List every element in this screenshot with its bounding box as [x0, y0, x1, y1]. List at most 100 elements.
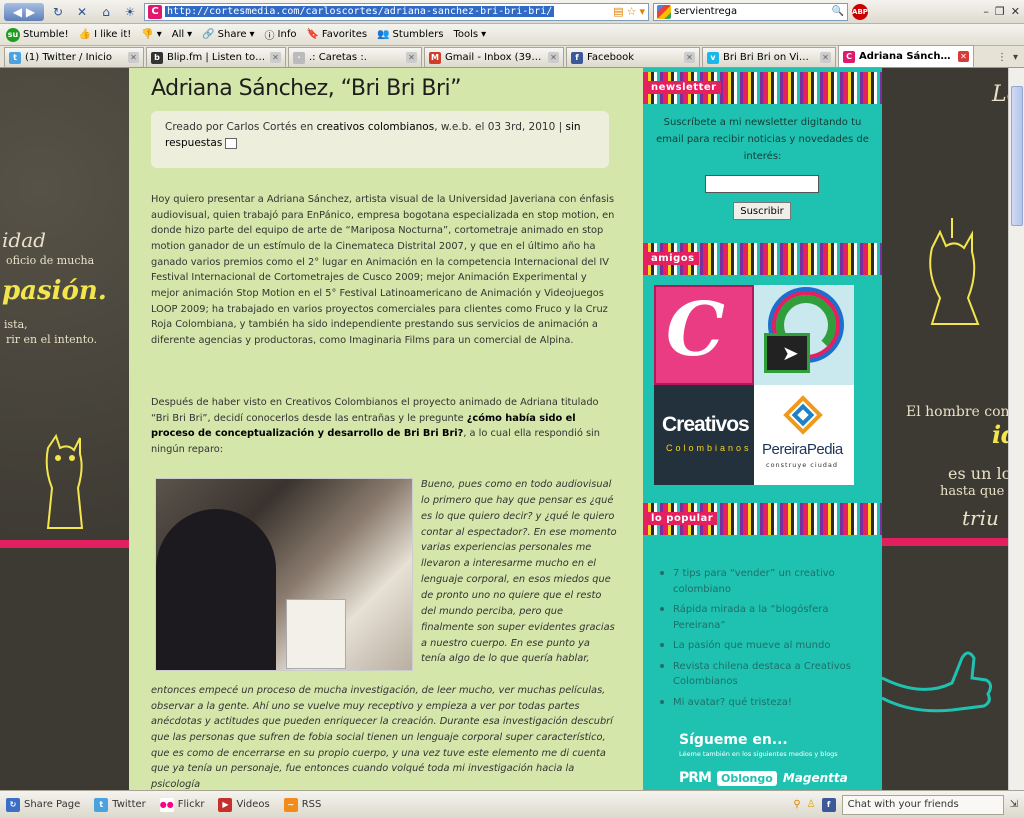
- minimize-icon[interactable]: –: [983, 5, 989, 18]
- tab-close-icon[interactable]: ✕: [128, 52, 139, 63]
- question-paragraph: Después de haber visto en Creativos Colo…: [151, 397, 600, 456]
- artist-photo[interactable]: [155, 478, 413, 671]
- google-icon: [657, 4, 671, 19]
- url-text[interactable]: http://cortesmedia.com/carloscortes/adri…: [165, 6, 555, 17]
- tab-favicon-icon: ·: [293, 51, 305, 64]
- deco-text: pasión.: [2, 276, 107, 306]
- deco-text: oficio de mucha: [6, 254, 95, 267]
- stumblers-button[interactable]: 👥 Stumblers: [377, 29, 443, 40]
- notification-icon[interactable]: ⚲: [793, 799, 800, 810]
- follow-logos: PRM Oblongo Magentta: [679, 770, 848, 786]
- like-button[interactable]: 👍 I like it!: [79, 29, 132, 40]
- magentta-link[interactable]: Magentta: [783, 771, 848, 785]
- star-icon[interactable]: ☆: [627, 5, 637, 18]
- home-icon[interactable]: ⌂: [96, 3, 116, 21]
- newsletter-email-field[interactable]: [705, 175, 819, 193]
- tab-close-icon[interactable]: ✕: [820, 52, 831, 63]
- friend-tile-creativos[interactable]: Creativos Colombianos: [654, 385, 754, 485]
- dropdown-icon[interactable]: ▾: [639, 5, 645, 18]
- popular-item-link[interactable]: Rápida mirada a la “blogósfera Pereirana…: [657, 602, 867, 633]
- thumbs-up-icon: 👍: [78, 29, 92, 40]
- browser-tab[interactable]: b Blip.fm | Listen to Free ... ✕: [146, 47, 286, 67]
- tab-favicon-icon: C: [843, 50, 855, 63]
- cat-illustration-icon: [45, 433, 84, 529]
- quote-continued-text: entonces empecé un proceso de mucha inve…: [151, 685, 613, 790]
- search-input[interactable]: servientrega: [674, 6, 829, 17]
- prm-link[interactable]: PRM: [679, 770, 712, 786]
- resize-grip-icon[interactable]: ⇲: [1010, 799, 1018, 810]
- refresh-icon[interactable]: ↻: [48, 3, 68, 21]
- deco-text: es un lo: [948, 464, 1008, 483]
- back-forward-buttons[interactable]: ◀ ▶: [4, 2, 44, 21]
- dislike-button[interactable]: 👎 ▾: [141, 29, 161, 40]
- friend-tile-pereirapedia[interactable]: PereiraPedia construye ciudad: [754, 385, 854, 485]
- share-icon: 🔗: [202, 29, 215, 40]
- amigos-header: amigos: [643, 243, 882, 275]
- flickr-button[interactable]: ●● Flickr: [159, 797, 204, 812]
- subscribe-button[interactable]: Suscribir: [733, 202, 791, 220]
- browser-tab[interactable]: v Bri Bri Bri on Vimeo ✕: [702, 47, 836, 67]
- search-bar[interactable]: servientrega 🔍: [653, 2, 848, 21]
- info-button[interactable]: ⓘ Info: [265, 27, 297, 42]
- oblongo-link[interactable]: Oblongo: [716, 770, 777, 786]
- friend-tile-cortesmedia[interactable]: C: [654, 285, 754, 385]
- category-link[interactable]: creativos colombianos: [317, 121, 435, 133]
- share-button[interactable]: 🔗 Share ▾: [202, 29, 254, 40]
- tab-close-icon[interactable]: ✕: [270, 52, 281, 63]
- tab-close-icon[interactable]: ✕: [958, 51, 969, 62]
- popular-item-link[interactable]: La pasión que mueve al mundo: [657, 638, 867, 654]
- popular-item-link[interactable]: Mi avatar? qué tristeza!: [657, 695, 867, 711]
- people-icon[interactable]: ♙: [807, 799, 816, 810]
- print-icon[interactable]: [225, 137, 238, 149]
- tab-close-icon[interactable]: ✕: [684, 52, 695, 63]
- pink-decoration: [882, 538, 1008, 546]
- status-right: ⚲ ♙ f Chat with your friends ⇲: [793, 794, 1018, 815]
- right-background-artwork: Lo El hombre con id es un lo hasta que t…: [882, 68, 1008, 790]
- adblock-icon[interactable]: ABP: [852, 3, 868, 20]
- tab-scroll-icon[interactable]: ▾: [1013, 52, 1018, 63]
- browser-tab[interactable]: · .: Caretas :. ✕: [288, 47, 422, 67]
- tab-list-icon[interactable]: ⋮: [997, 52, 1007, 63]
- chat-box[interactable]: Chat with your friends: [841, 794, 1004, 815]
- tab-close-icon[interactable]: ✕: [548, 52, 559, 63]
- page-scrollbar[interactable]: [1008, 68, 1024, 790]
- tab-close-icon[interactable]: ✕: [406, 52, 417, 63]
- browser-tab[interactable]: M Gmail - Inbox (39) - adri... ✕: [424, 47, 564, 67]
- browser-tab[interactable]: C Adriana Sánchez, “B... ✕: [838, 45, 974, 67]
- tools-dropdown[interactable]: Tools ▾: [454, 29, 487, 40]
- share-page-button[interactable]: ↻ Share Page: [6, 797, 80, 812]
- browser-tab[interactable]: t (1) Twitter / Inicio ✕: [4, 47, 144, 67]
- friend-tile-lock[interactable]: ➤: [754, 285, 854, 385]
- stumble-button[interactable]: su Stumble!: [6, 27, 69, 42]
- facebook-icon[interactable]: f: [821, 797, 836, 812]
- videos-button[interactable]: ▶ Videos: [218, 797, 270, 812]
- tab-label: Gmail - Inbox (39) - adri...: [445, 52, 544, 63]
- hand-thumbs-up-icon: [882, 651, 993, 713]
- flickr-icon: ●●: [159, 797, 174, 812]
- bookmark-icon[interactable]: ☀: [120, 3, 140, 21]
- twitter-button[interactable]: t Twitter: [94, 797, 146, 812]
- popular-item-link[interactable]: 7 tips para “vender” un creativo colombi…: [657, 566, 867, 597]
- all-dropdown[interactable]: All ▾: [172, 29, 192, 40]
- deco-text: El hombre con: [906, 404, 1008, 420]
- rss-icon[interactable]: ▤: [613, 5, 623, 18]
- post-title[interactable]: Adriana Sánchez, “Bri Bri Bri”: [151, 76, 462, 101]
- close-window-icon[interactable]: ✕: [1011, 5, 1020, 18]
- deco-text: hasta que: [940, 484, 1005, 499]
- photo-keyboard: [286, 599, 346, 669]
- stop-icon[interactable]: ✕: [72, 3, 92, 21]
- popular-list: 7 tips para “vender” un creativo colombi…: [657, 566, 867, 715]
- window-controls: – ❐ ✕: [983, 5, 1020, 18]
- rss-button[interactable]: ∼ RSS: [283, 797, 321, 812]
- url-bar[interactable]: C http://cortesmedia.com/carloscortes/ad…: [144, 2, 649, 21]
- cursor-icon: ➤: [782, 341, 799, 365]
- search-icon[interactable]: 🔍: [832, 6, 844, 17]
- status-bar: ↻ Share Page t Twitter ●● Flickr ▶ Videos ∼ R…: [0, 790, 1024, 818]
- popular-item-link[interactable]: Revista chilena destaca a Creativos Colo…: [657, 659, 867, 690]
- browser-tab[interactable]: f Facebook ✕: [566, 47, 700, 67]
- restore-icon[interactable]: ❐: [995, 5, 1005, 18]
- stumbleupon-toolbar: su Stumble! 👍 I like it! 👎 ▾ All ▾ 🔗 Share ▾ ⓘ…: [0, 24, 1024, 46]
- scroll-thumb[interactable]: [1011, 86, 1023, 226]
- favorites-button[interactable]: 🔖 Favorites: [306, 29, 367, 40]
- follow-subtitle: Léeme también en los siguientes medios y…: [679, 750, 838, 758]
